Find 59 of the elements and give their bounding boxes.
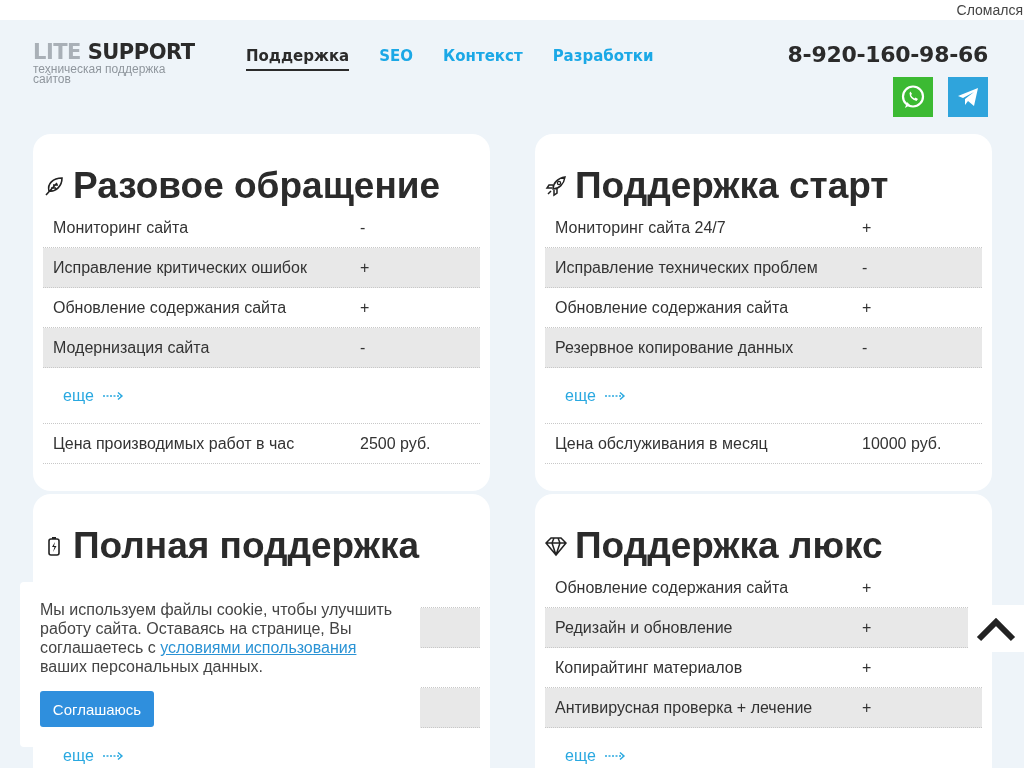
- price-label: Цена производимых работ в час: [52, 434, 296, 453]
- cookie-notice: Мы используем файлы cookie, чтобы улучшить работу сайта. Оставаясь на странице, Вы соглашаетесь с условиями использования ваших персональных данных.: [40, 600, 394, 676]
- diamond-icon: [545, 535, 567, 557]
- feature-name: Мониторинг сайта: [52, 218, 190, 237]
- arrow-icon: [101, 390, 124, 401]
- more-link[interactable]: еще: [63, 386, 94, 405]
- agree-button[interactable]: Соглашаюсь: [40, 691, 154, 727]
- chat-bubble-icon: [900, 84, 926, 110]
- more-link[interactable]: еще: [565, 386, 596, 405]
- price-value: 10000 руб.: [862, 434, 942, 453]
- more-link[interactable]: еще: [565, 746, 596, 765]
- price-label: Цена обслуживания в месяц: [554, 434, 769, 453]
- feature-value: +: [360, 298, 370, 317]
- feature-name: Модернизация сайта: [52, 338, 211, 357]
- feature-value: +: [862, 658, 872, 677]
- feature-value: -: [360, 218, 366, 237]
- feature-name: Исправление критических ошибок: [52, 258, 308, 277]
- arrow-icon: [101, 750, 124, 761]
- feature-name: Исправление технических проблем: [554, 258, 819, 277]
- feature-name: Обновление содержания сайта: [554, 298, 790, 317]
- logo-tagline: техническая поддержка сайтов: [33, 64, 167, 84]
- top-link[interactable]: Сломался: [956, 2, 1023, 18]
- feature-value: +: [862, 618, 872, 637]
- nav-link[interactable]: Контекст: [443, 47, 523, 71]
- price-value: 2500 руб.: [360, 434, 431, 453]
- card-title: Поддержка старт: [575, 164, 889, 208]
- card-title: Полная поддержка: [73, 524, 420, 568]
- feature-value: -: [360, 338, 366, 357]
- nav-link[interactable]: SEO: [379, 47, 414, 71]
- feature-name: Обновление содержания сайта: [52, 298, 288, 317]
- terms-link[interactable]: условиями использования: [160, 639, 357, 656]
- feature-name: Копирайтинг материалов: [554, 658, 744, 677]
- feature-value: +: [862, 698, 872, 717]
- feature-name: Редизайн и обновление: [554, 618, 734, 637]
- feature-value: +: [862, 218, 872, 237]
- telegram-button[interactable]: [948, 77, 988, 117]
- feature-name: Обновление содержания сайта: [554, 578, 790, 597]
- feature-name: Антивирусная проверка + лечение: [554, 698, 814, 717]
- chevron-up-icon: [976, 615, 1016, 642]
- arrow-icon: [603, 390, 626, 401]
- feature-value: +: [862, 578, 872, 597]
- feature-value: +: [360, 258, 370, 277]
- nav-link[interactable]: Поддержка: [246, 47, 350, 71]
- feature-name: Резервное копирование данных: [554, 338, 795, 357]
- logo[interactable]: LITE SUPPORT: [33, 40, 246, 64]
- feature-value: -: [862, 338, 868, 357]
- scroll-up-button[interactable]: [968, 605, 1024, 652]
- feature-value: +: [862, 298, 872, 317]
- card-title: Поддержка люкс: [575, 524, 883, 568]
- rocket-icon: [545, 175, 567, 197]
- arrow-icon: [603, 750, 626, 761]
- feature-name: Мониторинг сайта 24/7: [554, 218, 727, 237]
- more-link[interactable]: еще: [63, 746, 94, 765]
- whatsapp-button[interactable]: [893, 77, 933, 117]
- card-title: Разовое обращение: [73, 164, 441, 208]
- phone-number[interactable]: 8-920-160-98-66: [787, 42, 988, 67]
- feature-value: -: [862, 258, 868, 277]
- feather-icon: [43, 175, 65, 197]
- nav-link[interactable]: Разработки: [552, 47, 654, 71]
